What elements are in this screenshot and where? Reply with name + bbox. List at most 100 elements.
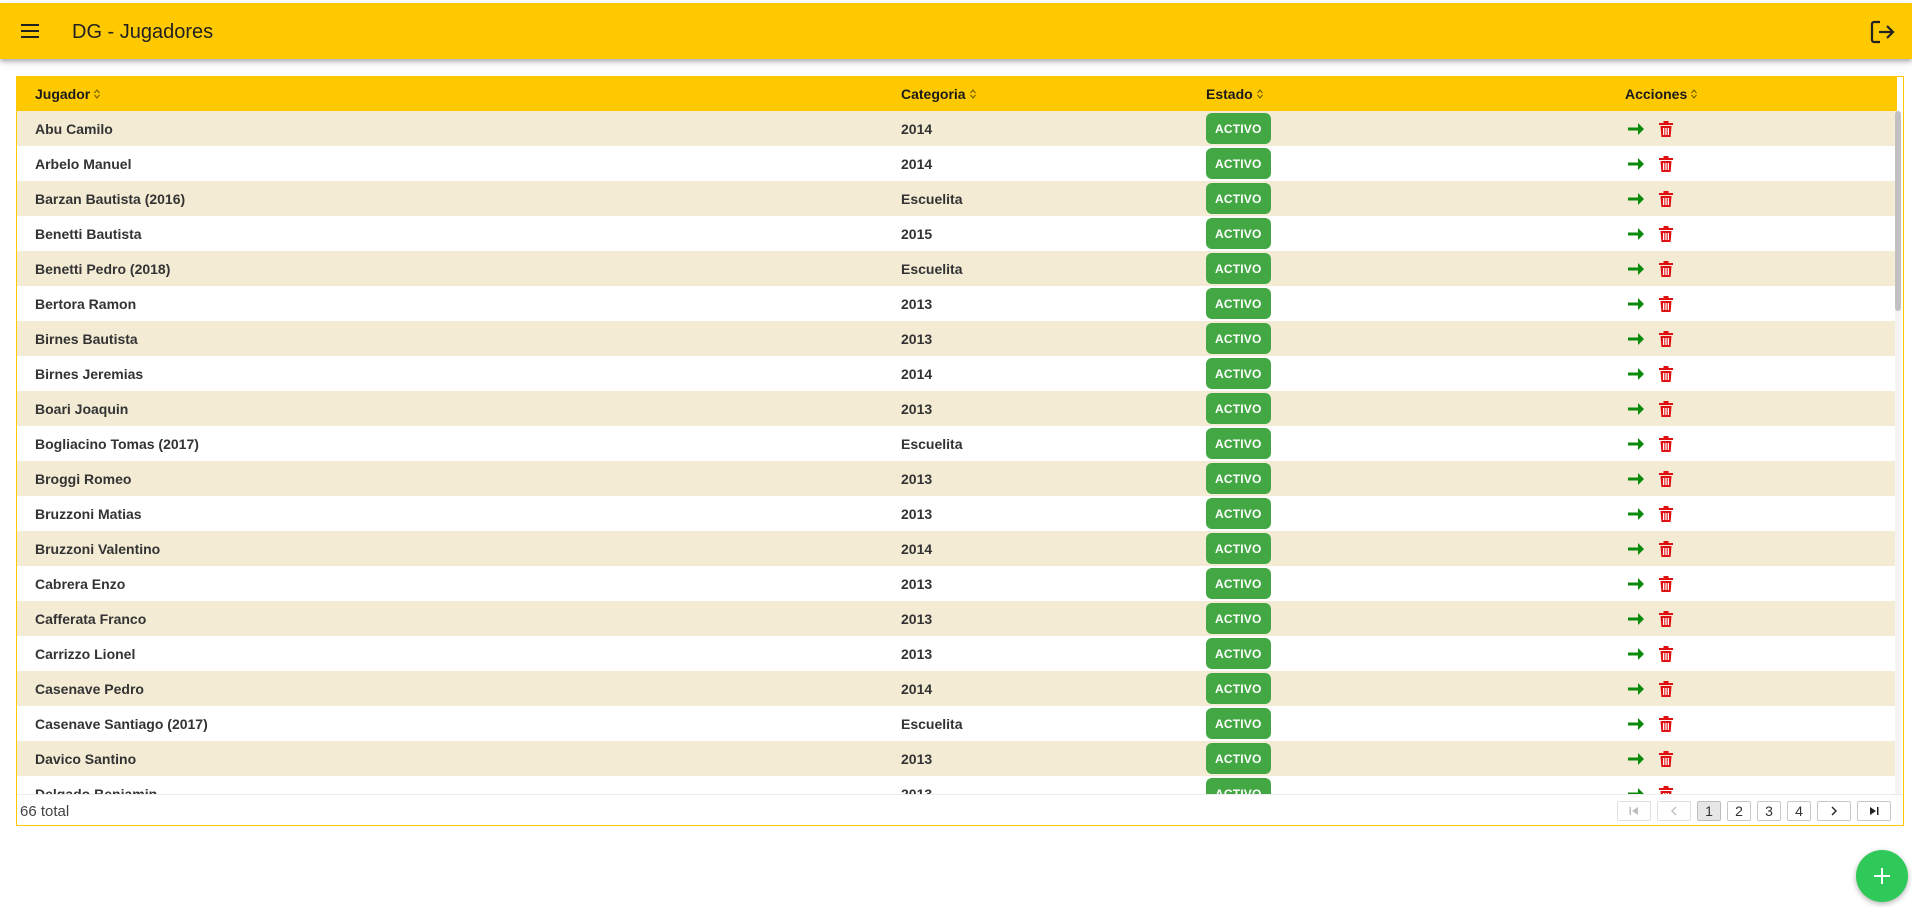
player-category: 2013 — [901, 785, 933, 795]
open-player-button[interactable] — [1625, 363, 1647, 385]
open-player-button[interactable] — [1625, 118, 1647, 140]
player-name: Boari Joaquin — [35, 400, 129, 417]
open-player-button[interactable] — [1625, 293, 1647, 315]
open-player-button[interactable] — [1625, 328, 1647, 350]
column-header-categoria[interactable]: Categoria — [901, 77, 976, 111]
arrow-right-icon — [1628, 157, 1644, 170]
delete-player-button[interactable] — [1655, 503, 1677, 525]
delete-player-button[interactable] — [1655, 433, 1677, 455]
delete-player-button[interactable] — [1655, 293, 1677, 315]
delete-player-button[interactable] — [1655, 783, 1677, 794]
open-player-button[interactable] — [1625, 748, 1647, 770]
last-page-button[interactable] — [1857, 801, 1891, 821]
player-category: Escuelita — [901, 260, 963, 277]
player-category: 2013 — [901, 470, 933, 487]
open-player-button[interactable] — [1625, 188, 1647, 210]
trash-icon — [1659, 295, 1673, 312]
trash-icon — [1659, 680, 1673, 697]
logout-button[interactable] — [1868, 17, 1898, 47]
app-bar: DG - Jugadores — [0, 3, 1912, 59]
page-button-1[interactable]: 1 — [1697, 801, 1721, 821]
open-player-button[interactable] — [1625, 258, 1647, 280]
trash-icon — [1659, 750, 1673, 767]
trash-icon — [1659, 225, 1673, 242]
page-button-4[interactable]: 4 — [1787, 801, 1811, 821]
status-badge: ACTIVO — [1206, 673, 1271, 704]
status-badge: ACTIVO — [1206, 533, 1271, 564]
player-name: Delgado Benjamin — [35, 785, 158, 795]
scrollbar-thumb[interactable] — [1895, 111, 1901, 311]
trash-icon — [1659, 330, 1673, 347]
first-page-button[interactable] — [1617, 801, 1651, 821]
table-row: Cabrera Enzo 2013 ACTIVO — [17, 566, 1897, 601]
delete-player-button[interactable] — [1655, 223, 1677, 245]
player-name: Bertora Ramon — [35, 295, 137, 312]
delete-player-button[interactable] — [1655, 188, 1677, 210]
player-category: 2013 — [901, 750, 933, 767]
next-page-button[interactable] — [1817, 801, 1851, 821]
open-player-button[interactable] — [1625, 608, 1647, 630]
open-player-button[interactable] — [1625, 398, 1647, 420]
table-row: Carrizzo Lionel 2013 ACTIVO — [17, 636, 1897, 671]
table-row: Birnes Jeremias 2014 ACTIVO — [17, 356, 1897, 391]
status-badge: ACTIVO — [1206, 113, 1271, 144]
table-row: Casenave Pedro 2014 ACTIVO — [17, 671, 1897, 706]
delete-player-button[interactable] — [1655, 328, 1677, 350]
open-player-button[interactable] — [1625, 468, 1647, 490]
first-page-icon — [1629, 807, 1638, 815]
open-player-button[interactable] — [1625, 538, 1647, 560]
delete-player-button[interactable] — [1655, 713, 1677, 735]
delete-player-button[interactable] — [1655, 398, 1677, 420]
open-player-button[interactable] — [1625, 678, 1647, 700]
column-header-estado[interactable]: Estado — [1206, 77, 1263, 111]
column-header-jugador[interactable]: Jugador — [35, 77, 101, 111]
open-player-button[interactable] — [1625, 223, 1647, 245]
player-name: Casenave Pedro — [35, 680, 144, 697]
delete-player-button[interactable] — [1655, 748, 1677, 770]
open-player-button[interactable] — [1625, 433, 1647, 455]
delete-player-button[interactable] — [1655, 608, 1677, 630]
arrow-right-icon — [1628, 647, 1644, 660]
open-player-button[interactable] — [1625, 573, 1647, 595]
column-header-acciones[interactable]: Acciones — [1625, 77, 1698, 111]
open-player-button[interactable] — [1625, 713, 1647, 735]
status-badge: ACTIVO — [1206, 778, 1271, 794]
delete-player-button[interactable] — [1655, 363, 1677, 385]
add-player-button[interactable] — [1856, 850, 1908, 902]
delete-player-button[interactable] — [1655, 678, 1677, 700]
paginator: 1 2 3 4 — [1617, 801, 1891, 821]
delete-player-button[interactable] — [1655, 573, 1677, 595]
delete-player-button[interactable] — [1655, 538, 1677, 560]
open-player-button[interactable] — [1625, 153, 1647, 175]
prev-page-button[interactable] — [1657, 801, 1691, 821]
open-player-button[interactable] — [1625, 503, 1647, 525]
player-name: Casenave Santiago (2017) — [35, 715, 208, 732]
page-button-3[interactable]: 3 — [1757, 801, 1781, 821]
trash-icon — [1659, 120, 1673, 137]
logout-icon — [1870, 20, 1895, 44]
player-category: 2013 — [901, 575, 933, 592]
delete-player-button[interactable] — [1655, 258, 1677, 280]
player-name: Benetti Bautista — [35, 225, 142, 242]
delete-player-button[interactable] — [1655, 468, 1677, 490]
delete-player-button[interactable] — [1655, 643, 1677, 665]
vertical-scrollbar[interactable] — [1895, 111, 1901, 794]
table-row: Broggi Romeo 2013 ACTIVO — [17, 461, 1897, 496]
delete-player-button[interactable] — [1655, 118, 1677, 140]
player-category: 2013 — [901, 645, 933, 662]
arrow-right-icon — [1628, 682, 1644, 695]
open-player-button[interactable] — [1625, 783, 1647, 794]
player-name: Carrizzo Lionel — [35, 645, 136, 662]
table-row: Barzan Bautista (2016) Escuelita ACTIVO — [17, 181, 1897, 216]
player-category: 2014 — [901, 155, 933, 172]
page-button-2[interactable]: 2 — [1727, 801, 1751, 821]
delete-player-button[interactable] — [1655, 153, 1677, 175]
player-category: 2015 — [901, 225, 933, 242]
arrow-right-icon — [1628, 262, 1644, 275]
total-count: 66 total — [20, 803, 70, 820]
menu-button[interactable] — [16, 17, 44, 45]
arrow-right-icon — [1628, 227, 1644, 240]
table-row: Benetti Bautista 2015 ACTIVO — [17, 216, 1897, 251]
player-category: 2014 — [901, 120, 933, 137]
open-player-button[interactable] — [1625, 643, 1647, 665]
